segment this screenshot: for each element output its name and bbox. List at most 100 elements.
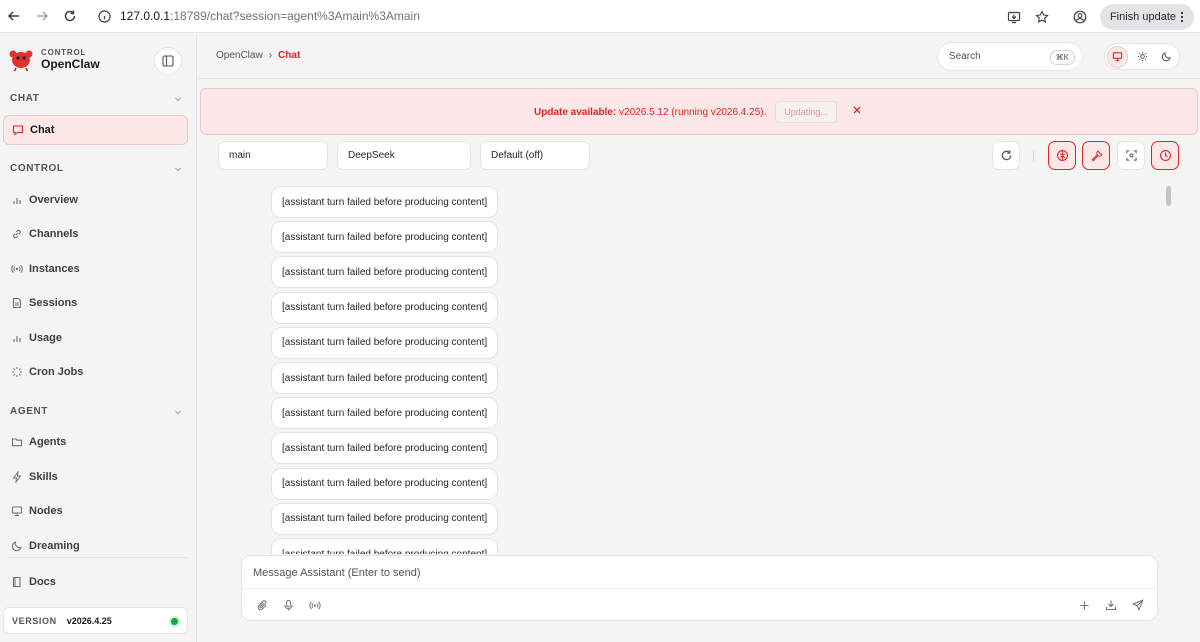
- section-header-chat[interactable]: CHAT: [10, 93, 182, 104]
- assistant-message-bubble: [assistant turn failed before producing …: [271, 362, 499, 394]
- site-info-icon[interactable]: [98, 9, 111, 23]
- assistant-message-bubble: [assistant turn failed before producing …: [271, 502, 499, 535]
- sidebar: CONTROL OpenClaw CHAT Chat CONTROL Overv…: [0, 34, 197, 642]
- tools-toggle-button[interactable]: [1082, 141, 1110, 170]
- refresh-button[interactable]: [992, 141, 1020, 170]
- focus-frame-icon: [1125, 149, 1138, 162]
- search-placeholder: Search: [949, 51, 981, 62]
- brain-icon: [1056, 149, 1069, 162]
- url-host: 127.0.0.1: [120, 9, 171, 23]
- send-icon[interactable]: [1130, 597, 1146, 613]
- microphone-icon[interactable]: [280, 597, 296, 613]
- sidebar-item-sessions[interactable]: Sessions: [3, 288, 188, 318]
- sidebar-item-agents[interactable]: Agents: [3, 427, 188, 457]
- link-icon: [10, 227, 24, 241]
- breadcrumb: OpenClaw › Chat: [216, 50, 300, 61]
- dark-theme-button[interactable]: [1156, 46, 1177, 68]
- assistant-message-bubble: [assistant turn failed before producing …: [271, 538, 499, 554]
- more-vertical-icon: [1180, 11, 1184, 23]
- section-header-agent[interactable]: AGENT: [10, 406, 182, 417]
- chevron-down-icon: [174, 95, 182, 103]
- brand-subtitle: CONTROL: [41, 47, 87, 57]
- assistant-message-bubble: [assistant turn failed before producing …: [271, 432, 499, 465]
- focus-mode-button[interactable]: [1117, 141, 1145, 170]
- collapse-sidebar-button[interactable]: [154, 47, 182, 75]
- download-icon[interactable]: [1103, 597, 1119, 613]
- model-select[interactable]: DeepSeek: [337, 141, 471, 170]
- sidebar-item-skills[interactable]: Skills: [3, 462, 188, 492]
- sidebar-item-nodes[interactable]: Nodes: [3, 496, 188, 526]
- sun-icon: [1137, 51, 1148, 62]
- light-theme-button[interactable]: [1131, 46, 1152, 68]
- chevron-down-icon: [174, 408, 182, 416]
- monitor-icon: [10, 504, 24, 518]
- bar-chart-icon: [10, 331, 24, 345]
- breadcrumb-separator: ›: [268, 50, 273, 61]
- sidebar-item-instances[interactable]: Instances: [3, 254, 188, 284]
- bar-chart-icon: [10, 193, 24, 207]
- message-input[interactable]: [253, 567, 1133, 579]
- sidebar-item-channels[interactable]: Channels: [3, 219, 188, 249]
- message-list[interactable]: [assistant turn failed before producing …: [198, 182, 1158, 554]
- sidebar-divider: [8, 557, 188, 558]
- chevron-down-icon: [174, 165, 182, 173]
- bookmark-star-icon[interactable]: [1028, 3, 1056, 31]
- version-value: v2026.4.25: [66, 615, 112, 626]
- chat-bubble-icon: [11, 123, 25, 137]
- search-input[interactable]: Search ⌘K: [937, 42, 1083, 71]
- address-bar[interactable]: 127.0.0.1:18789/chat?session=agent%3Amai…: [98, 9, 420, 23]
- composer-divider: [242, 588, 1157, 589]
- system-theme-button[interactable]: [1107, 45, 1129, 68]
- finish-update-label: Finish update: [1109, 10, 1176, 23]
- refresh-icon: [1000, 149, 1013, 162]
- monitor-icon: [1112, 51, 1123, 62]
- clock-icon: [1159, 149, 1172, 162]
- new-session-plus-icon[interactable]: [1076, 597, 1092, 613]
- reload-icon[interactable]: [56, 2, 84, 30]
- thinking-select[interactable]: Default (off): [480, 141, 590, 170]
- browser-toolbar: 127.0.0.1:18789/chat?session=agent%3Amai…: [0, 0, 1200, 33]
- broadcast-icon[interactable]: [307, 597, 323, 613]
- close-icon[interactable]: [850, 103, 864, 117]
- message-list-scrollbar[interactable]: [1166, 186, 1171, 206]
- profile-icon[interactable]: [1066, 3, 1094, 31]
- sidebar-item-usage[interactable]: Usage: [3, 323, 188, 353]
- sidebar-item-chat[interactable]: Chat: [3, 115, 188, 145]
- assistant-message-bubble: [assistant turn failed before producing …: [271, 291, 499, 324]
- search-shortcut-badge: ⌘K: [1049, 50, 1075, 65]
- book-icon: [10, 575, 24, 589]
- breadcrumb-root[interactable]: OpenClaw: [216, 50, 263, 61]
- main-header: OpenClaw › Chat Search ⌘K: [198, 34, 1200, 79]
- attach-icon[interactable]: [254, 597, 270, 613]
- version-label: VERSION: [12, 615, 57, 626]
- folder-icon: [10, 435, 24, 449]
- url-path: :18789/chat?session=agent%3Amain%3Amain: [170, 9, 420, 23]
- radio-icon: [10, 262, 24, 276]
- status-online-dot: [171, 618, 178, 625]
- history-toggle-button[interactable]: [1151, 141, 1179, 170]
- document-icon: [10, 296, 24, 310]
- thinking-toggle-button[interactable]: [1048, 141, 1076, 170]
- assistant-message-bubble: [assistant turn failed before producing …: [271, 467, 499, 500]
- forward-icon[interactable]: [28, 2, 56, 30]
- update-message: Update available: v2026.5.12 (running v2…: [534, 107, 766, 118]
- message-composer: [241, 555, 1158, 621]
- sidebar-item-overview[interactable]: Overview: [3, 185, 188, 215]
- install-app-icon[interactable]: [1000, 3, 1028, 31]
- update-detail: v2026.5.12 (running v2026.4.25).: [616, 107, 767, 118]
- toolbar-divider: [1033, 151, 1034, 161]
- updating-button[interactable]: Updating...: [775, 101, 837, 123]
- update-title: Update available:: [534, 107, 617, 118]
- assistant-message-bubble: [assistant turn failed before producing …: [271, 186, 499, 218]
- sidebar-item-cron-jobs[interactable]: Cron Jobs: [3, 357, 188, 387]
- sidebar-item-docs[interactable]: Docs: [3, 567, 188, 597]
- assistant-message-bubble: [assistant turn failed before producing …: [271, 397, 499, 430]
- brand[interactable]: CONTROL OpenClaw: [8, 46, 100, 72]
- session-select[interactable]: main: [218, 141, 328, 170]
- breadcrumb-current: Chat: [278, 50, 301, 61]
- finish-update-button[interactable]: Finish update: [1099, 3, 1194, 30]
- back-icon[interactable]: [0, 2, 28, 30]
- openclaw-logo-icon: [8, 46, 34, 72]
- assistant-message-bubble: [assistant turn failed before producing …: [271, 256, 499, 289]
- section-header-control[interactable]: CONTROL: [10, 163, 182, 174]
